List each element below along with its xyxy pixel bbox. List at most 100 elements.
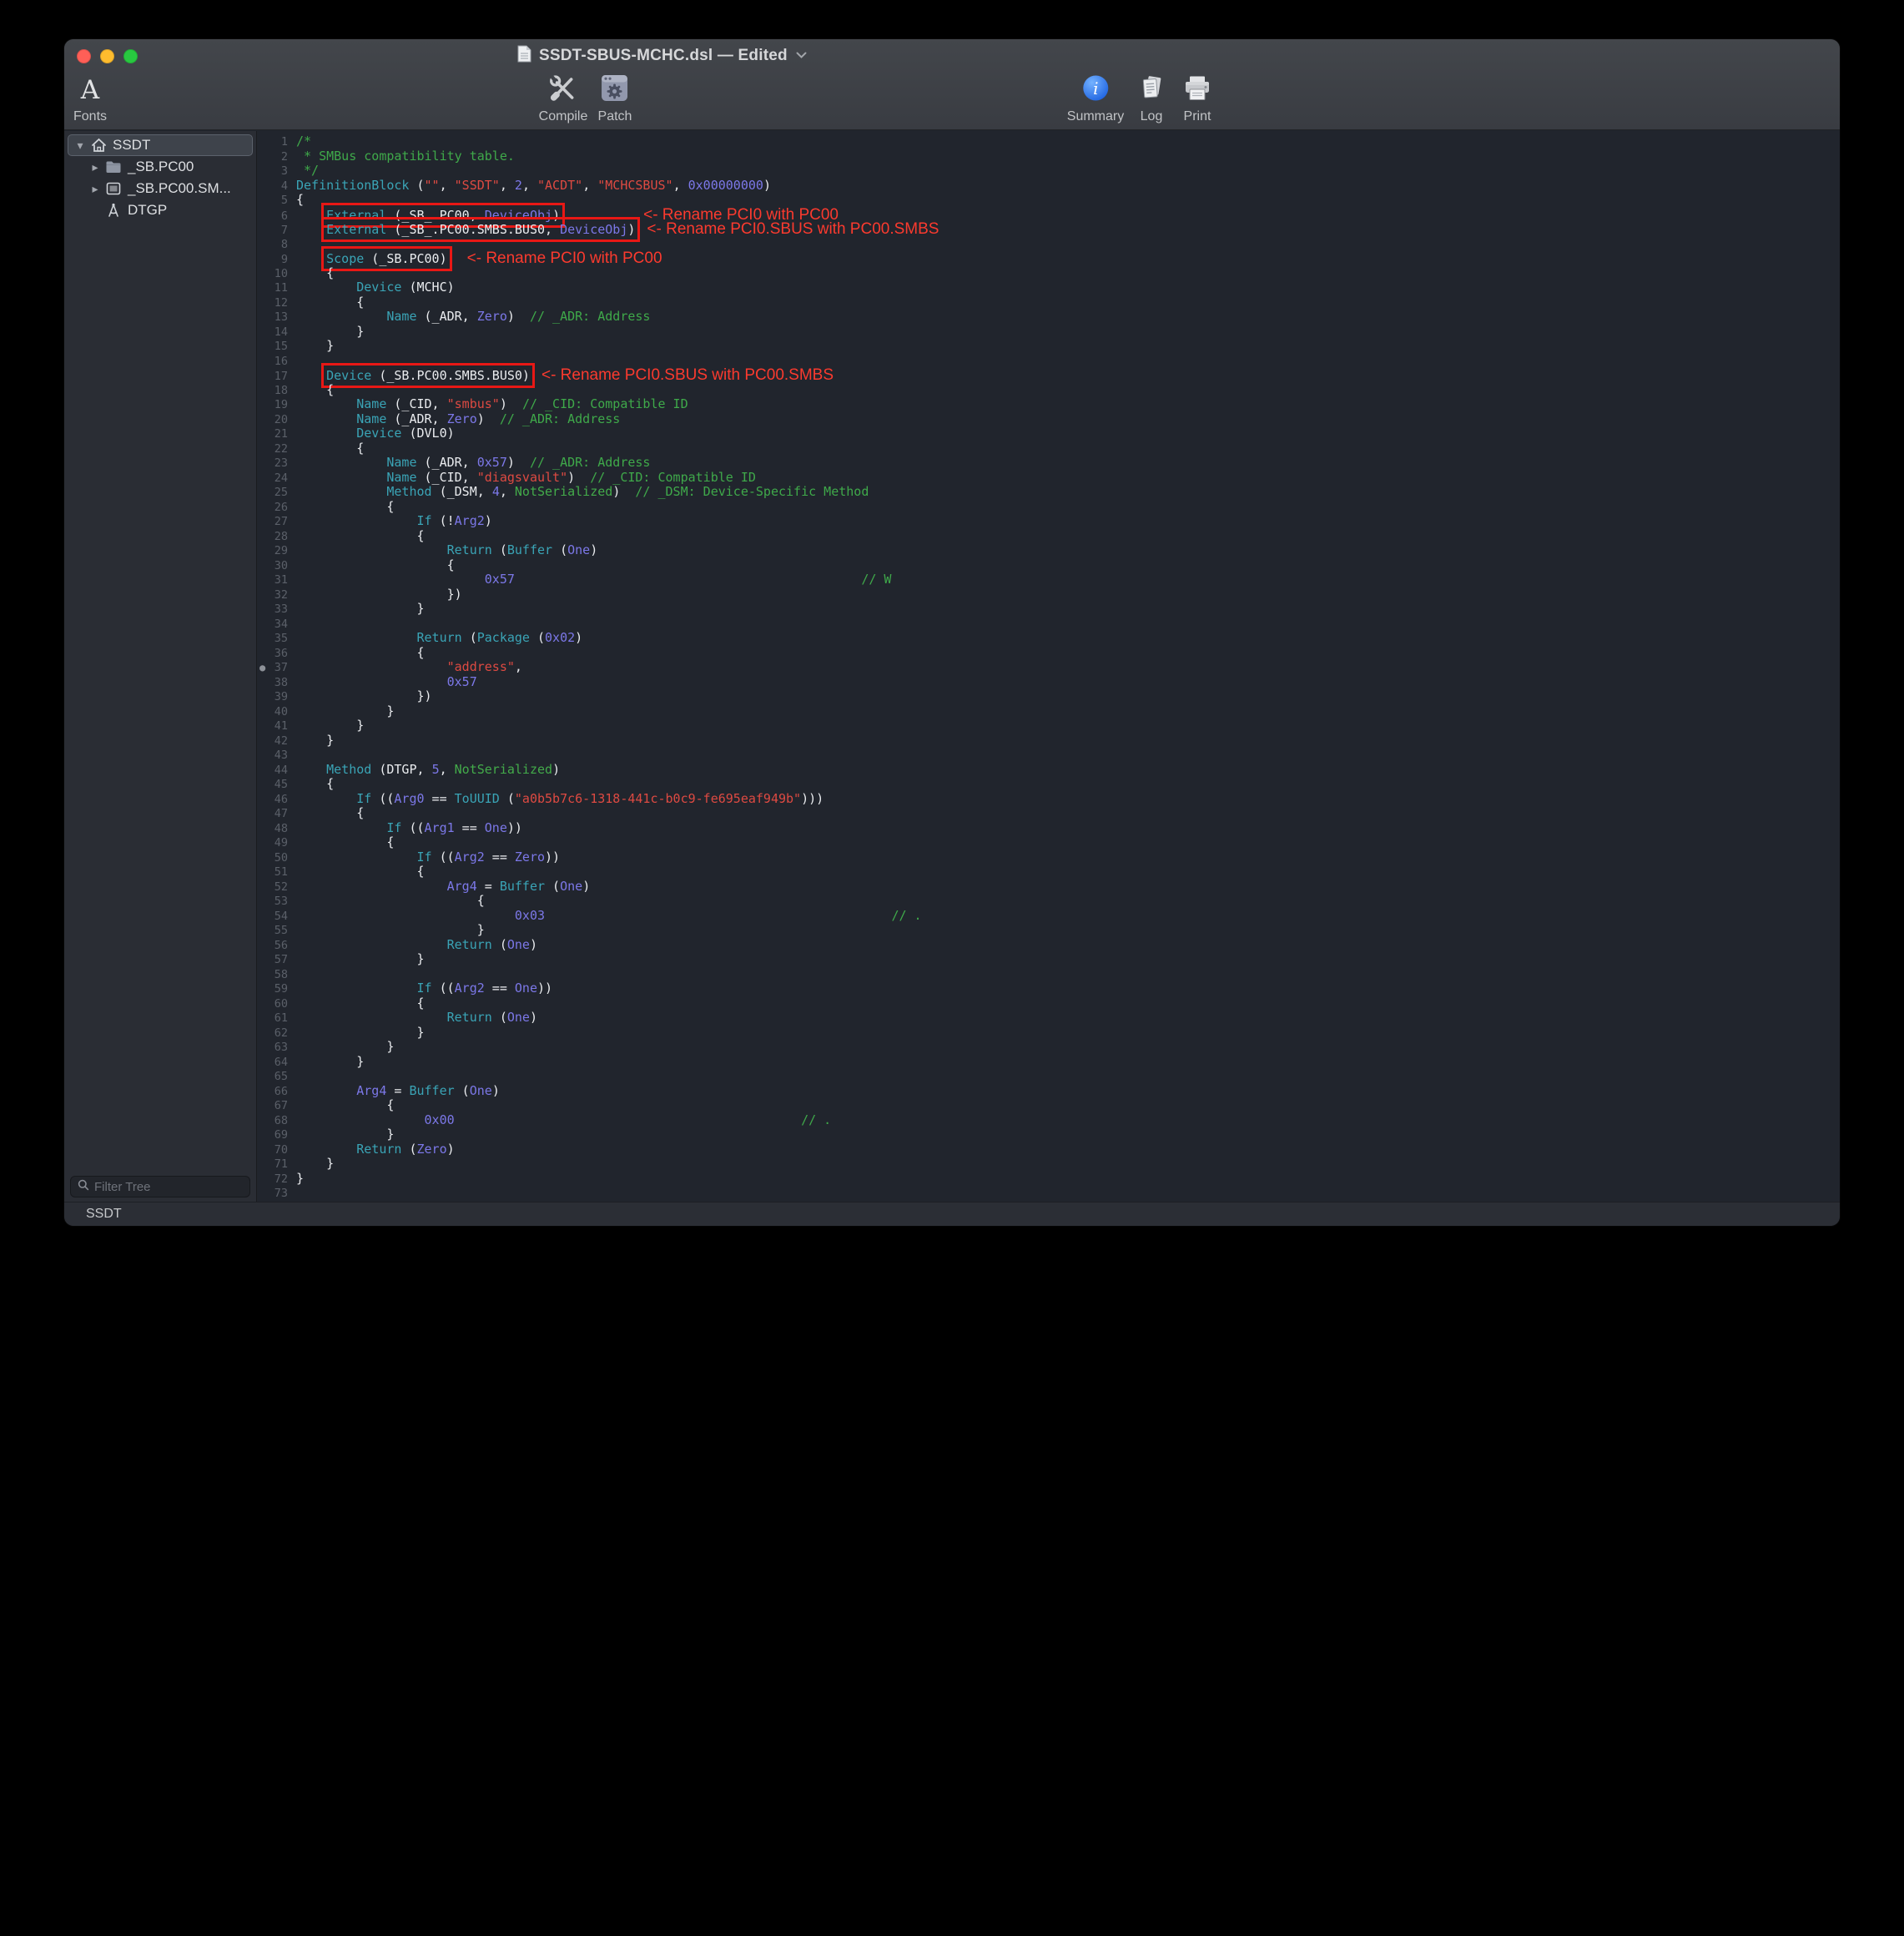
status-text: SSDT xyxy=(86,1207,122,1222)
code-line: 44 Method (DTGP, 5, NotSerialized) xyxy=(257,763,1840,778)
code-line: 5{ xyxy=(257,193,1840,208)
code-line: 25 Method (_DSM, 4, NotSerialized) // _D… xyxy=(257,485,1840,500)
line-number: 44 xyxy=(257,764,288,779)
line-number: 43 xyxy=(257,749,288,764)
line-number: 41 xyxy=(257,719,288,734)
line-number: 61 xyxy=(257,1011,288,1026)
sidebar-item-ssdt[interactable]: ▾SSDT xyxy=(68,134,253,156)
svg-text:i: i xyxy=(1093,78,1098,98)
patch-button[interactable]: Patch xyxy=(598,73,632,124)
line-number: 67 xyxy=(257,1099,288,1114)
line-number: 52 xyxy=(257,880,288,895)
filter-tree-input[interactable] xyxy=(94,1180,260,1194)
search-icon xyxy=(78,1179,89,1195)
code-line: 33 } xyxy=(257,602,1840,617)
code-line: 40 } xyxy=(257,704,1840,719)
code-line: 30 { xyxy=(257,558,1840,573)
code-line: 7 External (_SB_.PC00.SMBS.BUS0, DeviceO… xyxy=(257,222,1840,237)
line-number: 32 xyxy=(257,588,288,603)
line-number: 18 xyxy=(257,384,288,399)
titlebar[interactable]: SSDT-SBUS-MCHC.dsl — Edited xyxy=(64,39,1840,73)
sidebar-item-sb-pc00[interactable]: ▸ _SB.PC00 xyxy=(68,156,253,178)
line-number: 49 xyxy=(257,836,288,851)
line-number: 34 xyxy=(257,618,288,633)
sidebar-item-sb-pc00-sm[interactable]: ▸_SB.PC00.SM... xyxy=(68,178,253,199)
code-line: 26 { xyxy=(257,500,1840,515)
line-number: 21 xyxy=(257,427,288,442)
line-number: 64 xyxy=(257,1056,288,1071)
window-title: SSDT-SBUS-MCHC.dsl — Edited xyxy=(539,47,788,65)
disclosure-triangle-icon[interactable]: ▸ xyxy=(87,182,103,196)
line-number: 29 xyxy=(257,544,288,559)
code-line: 71 } xyxy=(257,1157,1840,1172)
code-line: 12 { xyxy=(257,295,1840,310)
summary-button[interactable]: i Summary xyxy=(1067,73,1124,124)
minimize-button[interactable] xyxy=(100,49,114,63)
sidebar-item-label: DTGP xyxy=(128,202,167,219)
line-number: 38 xyxy=(257,676,288,691)
code-line: 15 } xyxy=(257,339,1840,354)
code-line: 35 Return (Package (0x02) xyxy=(257,631,1840,646)
code-line: 62 } xyxy=(257,1026,1840,1041)
line-number: 63 xyxy=(257,1041,288,1056)
line-marker-icon: ● xyxy=(259,661,265,676)
line-number: 54 xyxy=(257,910,288,925)
close-button[interactable] xyxy=(77,49,91,63)
code-line: 23 Name (_ADR, 0x57) // _ADR: Address xyxy=(257,456,1840,471)
code-line: 66 Arg4 = Buffer (One) xyxy=(257,1084,1840,1099)
code-line: 34 xyxy=(257,617,1840,632)
line-number: 20 xyxy=(257,413,288,428)
code-line: 2 * SMBus compatibility table. xyxy=(257,149,1840,164)
code-line: 46 If ((Arg0 == ToUUID ("a0b5b7c6-1318-4… xyxy=(257,792,1840,807)
code-editor[interactable]: 1/*2 * SMBus compatibility table.3 */4De… xyxy=(257,131,1840,1202)
code-line: 27 If (!Arg2) xyxy=(257,514,1840,529)
disclosure-triangle-icon[interactable]: ▸ xyxy=(87,160,103,174)
code-line: 36 { xyxy=(257,646,1840,661)
fonts-button[interactable]: A Fonts xyxy=(73,73,107,124)
code-line: 21 Device (DVL0) xyxy=(257,426,1840,441)
line-number: 72 xyxy=(257,1172,288,1187)
title-block: SSDT-SBUS-MCHC.dsl — Edited xyxy=(517,39,808,73)
print-button[interactable]: Print xyxy=(1182,73,1212,124)
filter-tree-field[interactable] xyxy=(70,1176,250,1197)
log-button[interactable]: Log xyxy=(1137,73,1166,124)
title-chevron-icon[interactable] xyxy=(795,48,808,63)
rename-annotation: <- Rename PCI0.SBUS with PC00.SMBS xyxy=(647,220,939,238)
code-line: 67 { xyxy=(257,1098,1840,1113)
fonts-icon: A xyxy=(81,78,99,103)
line-number: 14 xyxy=(257,325,288,340)
line-number: 31 xyxy=(257,573,288,588)
compile-button[interactable]: Compile xyxy=(539,73,588,124)
line-number: 33 xyxy=(257,602,288,618)
compile-tools-icon xyxy=(547,73,579,108)
code-line: 43 xyxy=(257,748,1840,763)
disclosure-triangle-icon[interactable]: ▾ xyxy=(72,139,88,153)
log-label: Log xyxy=(1141,109,1163,124)
zoom-button[interactable] xyxy=(123,49,138,63)
summary-label: Summary xyxy=(1067,109,1124,124)
code-line: 38 0x57 xyxy=(257,675,1840,690)
code-line: 52 Arg4 = Buffer (One) xyxy=(257,880,1840,895)
patch-gear-icon xyxy=(600,73,630,107)
code-line: 19 Name (_CID, "smbus") // _CID: Compati… xyxy=(257,397,1840,412)
code-line: 58 xyxy=(257,967,1840,982)
line-number: 24 xyxy=(257,471,288,487)
sidebar-item-label: _SB.PC00 xyxy=(128,159,194,175)
sidebar-item-dtgp[interactable]: DTGP xyxy=(68,199,253,221)
code-line: 14 } xyxy=(257,325,1840,340)
line-number: 60 xyxy=(257,997,288,1012)
line-number: 3 xyxy=(257,164,288,179)
document-proxy-icon[interactable] xyxy=(517,45,531,67)
line-number: 12 xyxy=(257,296,288,311)
line-number: 30 xyxy=(257,559,288,574)
line-number: 10 xyxy=(257,267,288,282)
line-number: 71 xyxy=(257,1157,288,1172)
line-number: 16 xyxy=(257,355,288,370)
code-line: 53 { xyxy=(257,894,1840,909)
code-line: 3 */ xyxy=(257,164,1840,179)
code-line: 72} xyxy=(257,1172,1840,1187)
code-line: 49 { xyxy=(257,835,1840,850)
patch-highlight-box: Scope (_SB.PC00) xyxy=(326,251,447,266)
line-number: 50 xyxy=(257,851,288,866)
code-line: 63 } xyxy=(257,1040,1840,1055)
